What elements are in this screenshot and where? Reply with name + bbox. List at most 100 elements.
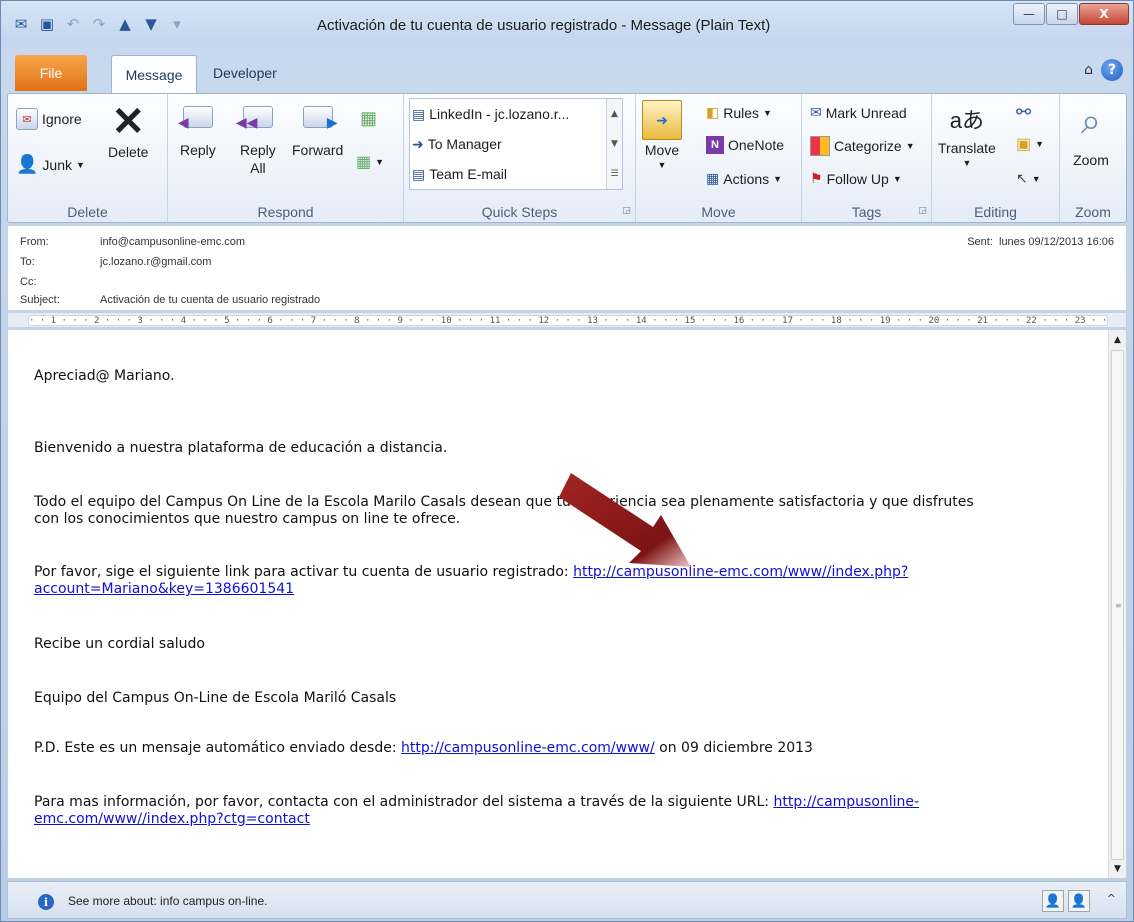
tab-developer[interactable]: Developer [201,55,289,91]
junk-button[interactable]: 👤 Junk ▼ [16,154,85,175]
window-title: Activación de tu cuenta de usuario regis… [317,17,771,34]
expand-gallery-icon[interactable]: ☰ [610,169,618,179]
expand-people-pane-icon[interactable]: ^ [1107,892,1116,905]
chevron-down-icon: ▼ [657,160,667,170]
minimize-button[interactable]: — [1013,3,1045,25]
maximize-button[interactable]: □ [1046,3,1078,25]
chevron-down-icon: ▼ [76,159,85,170]
meeting-button[interactable]: ▦ [360,108,377,129]
person-avatar-icon[interactable]: 👤 [1042,890,1064,912]
pd-link[interactable]: http://campusonline-emc.com/www/ [401,740,655,756]
reply-button[interactable]: ◀ Reply [178,106,216,158]
select-button[interactable]: ↖ ▼ [1016,170,1041,187]
quick-step-linkedin[interactable]: ▤ LinkedIn - jc.lozano.r... [412,101,569,127]
magnifier-icon: ⌕ [1080,99,1102,141]
scroll-thumb[interactable]: ≡ [1111,350,1124,860]
mark-unread-label: Mark Unread [825,104,907,121]
scroll-down-arrow-icon[interactable]: ▼ [1110,860,1125,877]
editing-group: aあ Translate ▼ ⚯ ▣ ▼ ↖ ▼ Editing [932,94,1060,222]
dialog-launcher-icon[interactable]: ◲ [918,206,927,216]
info-link-part-2[interactable]: emc.com/www//index.php?ctg=contact [34,811,310,827]
zoom-button[interactable]: ⌕ Zoom [1068,98,1114,169]
chevron-down-icon: ▼ [962,158,972,168]
quick-step-label: Team E-mail [429,166,508,182]
outlook-envelope-icon[interactable]: ✉ [9,12,33,36]
from-row: From: info@campusonline-emc.com [20,236,245,248]
team-line-2: con los conocimientos que nuestro campus… [34,511,461,527]
from-value[interactable]: info@campusonline-emc.com [100,236,245,248]
to-label: To: [20,256,35,268]
categorize-label: Categorize [834,138,902,154]
pd-paragraph: P.D. Este es un mensaje automático envia… [34,740,1094,757]
scroll-up-arrow-icon[interactable]: ▲ [1110,331,1125,348]
onenote-label: OneNote [728,137,785,153]
activation-link-part-2[interactable]: account=Mariano&key=1386601541 [34,581,294,597]
tags-group: ✉ Mark Unread Categorize ▼ ⚑ Follow Up ▼… [802,94,932,222]
help-icon[interactable]: ? [1101,59,1123,81]
tags-group-label: Tags [851,204,882,220]
translate-button[interactable]: aあ Translate ▼ [938,104,996,168]
categorize-button[interactable]: Categorize ▼ [810,136,915,156]
actions-button[interactable]: ▦ Actions ▼ [706,170,782,187]
quick-step-icon: ▤ [412,105,426,122]
move-button[interactable]: ➜ Move ▼ [642,100,682,170]
dialog-launcher-icon[interactable]: ◲ [622,206,631,216]
message-header: From: info@campusonline-emc.com To: jc.l… [7,225,1127,311]
more-respond-button[interactable]: ▦ ▼ [356,152,384,172]
ruler: · · 1 · · · 2 · · · 3 · · · 4 · · · 5 · … [7,312,1127,328]
previous-item-icon[interactable]: ▲ [113,12,137,36]
help-area: ⌂ ? [1084,59,1123,81]
respond-group: ◀ Reply ◀◀ Reply All ▶ Forward ▦ ▦ ▼ Res… [168,94,404,222]
to-value[interactable]: jc.lozano.r@gmail.com [100,256,211,268]
find-button[interactable]: ⚯ [1016,102,1031,123]
forward-button[interactable]: ▶ Forward [292,106,343,158]
related-button[interactable]: ▣ ▼ [1016,134,1044,154]
delete-x-icon: ✕ [111,100,145,144]
reply-all-button[interactable]: ◀◀ Reply All [236,106,276,176]
activation-link-part-1[interactable]: http://campusonline-emc.com/www//index.p… [573,564,908,580]
quick-step-team-email[interactable]: ▤ Team E-mail [412,161,507,187]
ignore-button[interactable]: ✉ Ignore [16,108,82,130]
people-pane-bar: i See more about: info campus on-line. 👤… [7,881,1127,919]
chevron-down-icon: ▼ [773,173,783,184]
reply-all-icon: ◀◀ [236,106,273,130]
quick-steps-scroll[interactable]: ▲ ▼ ☰ [606,99,622,189]
info-paragraph: Para mas información, por favor, contact… [34,794,1094,828]
undo-icon[interactable]: ↶ [61,12,85,36]
grip-icon: ≡ [1115,601,1122,610]
next-item-icon[interactable]: ▼ [139,12,163,36]
person-avatar-icon[interactable]: 👤 [1068,890,1090,912]
to-row: To: jc.lozano.r@gmail.com [20,256,211,268]
rules-button[interactable]: ◧ Rules ▼ [706,104,772,121]
forward-label: Forward [292,142,344,158]
minimize-ribbon-icon[interactable]: ⌂ [1084,62,1093,78]
related-icon: ▣ [1016,136,1032,153]
scroll-up-icon[interactable]: ▲ [611,109,618,119]
translate-icon: aあ [949,108,985,133]
quick-step-to-manager[interactable]: ➜ To Manager [412,131,502,157]
redo-icon[interactable]: ↷ [87,12,111,36]
close-button[interactable]: X [1079,3,1129,25]
vertical-scrollbar[interactable]: ▲ ≡ ▼ [1108,330,1126,878]
follow-up-button[interactable]: ⚑ Follow Up ▼ [810,170,902,187]
quick-step-label: To Manager [427,136,502,152]
flag-icon: ⚑ [810,170,823,186]
chevron-down-icon: ▼ [1031,173,1041,184]
tab-file[interactable]: File [15,55,87,91]
move-group: ➜ Move ▼ ◧ Rules ▼ N OneNote ▦ Actions ▼… [636,94,802,222]
mark-unread-button[interactable]: ✉ Mark Unread [810,104,907,121]
see-more-about-link[interactable]: See more about: info campus on-line. [68,894,267,908]
scroll-down-icon[interactable]: ▼ [611,139,618,149]
delete-button[interactable]: ✕ Delete [108,102,148,160]
sent-value: lunes 09/12/2013 16:06 [999,236,1114,248]
welcome-line: Bienvenido a nuestra plataforma de educa… [34,440,448,456]
zoom-label: Zoom [1073,152,1109,168]
save-icon[interactable]: ▣ [35,12,59,36]
forward-icon: ▶ [302,106,338,130]
junk-label: Junk [42,156,72,173]
binoculars-icon: ⚯ [1016,102,1032,122]
customize-toolbar-icon[interactable]: ▾ [165,12,189,36]
onenote-button[interactable]: N OneNote [706,136,784,154]
info-link-part-1[interactable]: http://campusonline- [773,794,919,810]
tab-message[interactable]: Message [111,55,197,93]
